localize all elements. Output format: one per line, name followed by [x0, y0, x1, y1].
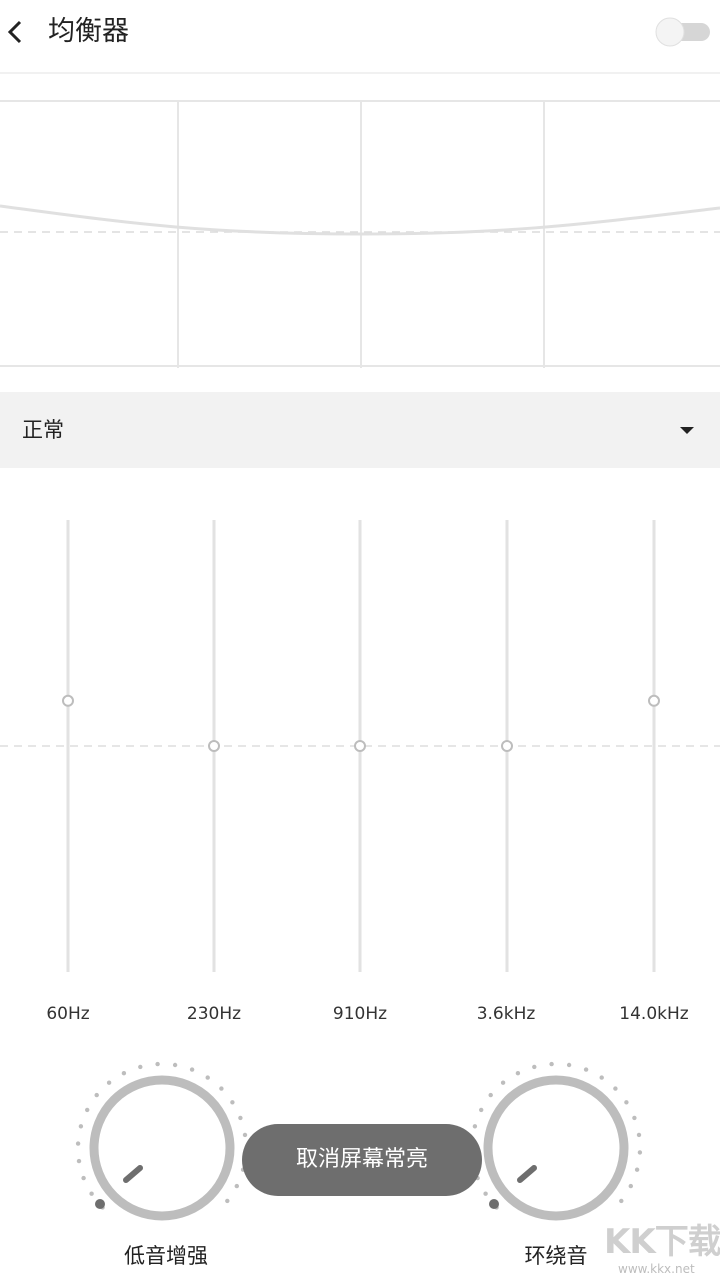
- knob-min-dot: [489, 1199, 499, 1209]
- watermark: KK下载 www.kkx.net: [604, 1220, 720, 1280]
- knob-tick: [532, 1064, 537, 1070]
- knob-tick: [549, 1061, 554, 1067]
- back-button[interactable]: [0, 14, 30, 50]
- app-header: 均衡器: [0, 0, 720, 66]
- knob-tick: [234, 1183, 239, 1189]
- knob-tick: [566, 1062, 572, 1068]
- knob-tick: [76, 1158, 82, 1164]
- knob-tick: [78, 1124, 84, 1129]
- eq-slider-thumb[interactable]: [648, 694, 660, 707]
- knob-tick: [172, 1062, 178, 1068]
- knob-tick: [106, 1080, 112, 1085]
- equalizer-sliders: [0, 520, 720, 972]
- knob-tick: [636, 1132, 642, 1138]
- knob-tick: [500, 1080, 506, 1085]
- knob-tick: [189, 1067, 195, 1072]
- knob-tick: [205, 1075, 210, 1080]
- knob-tick: [637, 1150, 643, 1155]
- knob-tick: [583, 1067, 589, 1072]
- knob-tick: [238, 1115, 243, 1121]
- knob-tick: [121, 1071, 127, 1076]
- knob-tick: [230, 1100, 235, 1105]
- surround-knob[interactable]: [466, 1054, 646, 1234]
- caret-down-icon: [680, 427, 694, 434]
- header-divider: [0, 72, 720, 74]
- knob-tick: [515, 1071, 521, 1076]
- knob-tick: [488, 1092, 493, 1098]
- chevron-left-icon: [7, 20, 22, 44]
- band-label-3-6khz: 3.6kHz: [476, 1004, 536, 1024]
- knob-tick: [634, 1167, 640, 1172]
- knob-tick: [155, 1061, 160, 1067]
- preset-selected-label: 正常: [22, 418, 64, 442]
- knob-tick: [89, 1191, 94, 1196]
- eq-slider-thumb[interactable]: [501, 740, 513, 752]
- eq-slider-thumb[interactable]: [208, 740, 220, 752]
- bass-boost-label: 低音增强: [124, 1244, 208, 1268]
- band-label-230hz: 230Hz: [186, 1004, 242, 1024]
- eq-slider-thumb[interactable]: [62, 694, 74, 707]
- knob-tick: [472, 1124, 478, 1129]
- knob-tick: [94, 1092, 99, 1098]
- knob-tick: [219, 1086, 224, 1091]
- band-label-60hz: 60Hz: [46, 1004, 90, 1024]
- knob-tick: [613, 1086, 618, 1091]
- watermark-logo: KK下载: [604, 1222, 720, 1262]
- eq-slider-thumb[interactable]: [354, 740, 366, 752]
- knob-tick: [483, 1191, 488, 1196]
- knob-tick: [242, 1132, 248, 1138]
- page-title: 均衡器: [48, 16, 129, 47]
- watermark-url: www.kkx.net: [618, 1262, 695, 1276]
- knob-tick: [628, 1183, 633, 1189]
- knob-tick: [225, 1198, 230, 1204]
- equalizer-toggle[interactable]: [654, 16, 712, 48]
- knob-tick: [138, 1064, 143, 1070]
- knob-tick: [81, 1175, 86, 1181]
- knob-min-dot: [95, 1199, 105, 1209]
- band-label-910hz: 910Hz: [332, 1004, 388, 1024]
- knob-tick: [479, 1107, 484, 1113]
- knob-tick: [75, 1141, 81, 1146]
- bass-boost-knob[interactable]: [72, 1054, 252, 1234]
- band-label-14khz: 14.0kHz: [619, 1004, 689, 1024]
- knob-tick: [632, 1115, 637, 1121]
- preset-selector[interactable]: 正常: [0, 392, 720, 468]
- knob-tick: [619, 1198, 624, 1204]
- frequency-response-graph: [0, 100, 720, 368]
- screen-awake-toast: 取消屏幕常亮: [242, 1124, 482, 1196]
- knob-tick: [85, 1107, 90, 1113]
- knob-tick: [624, 1100, 629, 1105]
- knob-tick: [599, 1075, 604, 1080]
